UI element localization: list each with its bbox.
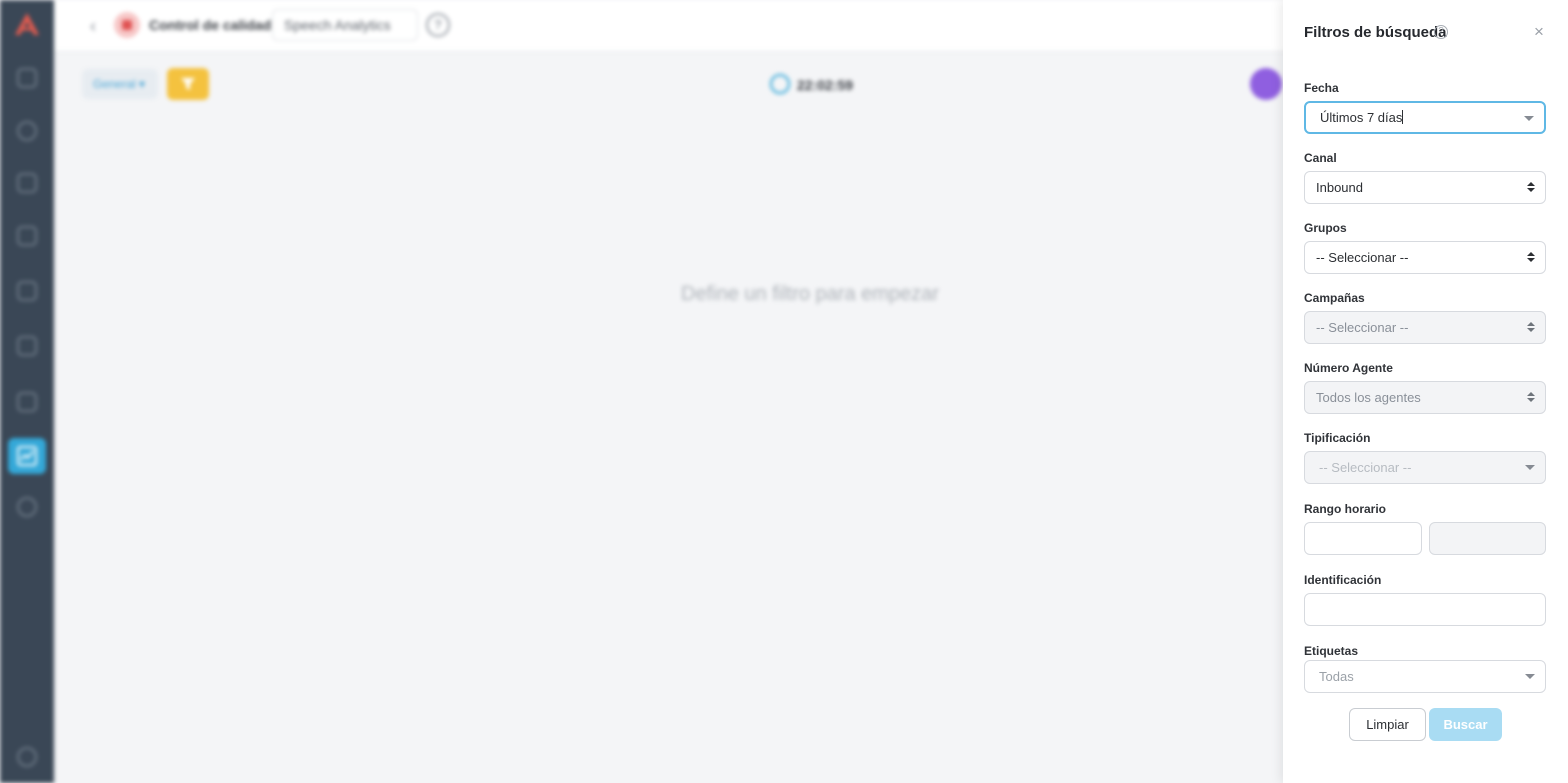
module-select[interactable]: Speech Analytics <box>272 9 418 41</box>
identificacion-label: Identificación <box>1304 573 1382 587</box>
sidebar-item-quality[interactable] <box>8 438 46 474</box>
chart-icon <box>17 446 37 466</box>
identificacion-input[interactable] <box>1304 593 1546 626</box>
numero-agente-select[interactable]: Todos los agentes <box>1304 381 1546 414</box>
general-dropdown[interactable]: General ▾ <box>82 69 158 99</box>
sort-arrows-icon <box>1527 250 1535 266</box>
etiquetas-select[interactable]: Todas <box>1304 660 1546 693</box>
sidebar <box>0 0 54 783</box>
chevron-down-icon <box>1524 116 1534 121</box>
canal-value: Inbound <box>1316 180 1363 195</box>
numero-agente-value: Todos los agentes <box>1316 390 1421 405</box>
quality-badge-icon <box>114 12 140 38</box>
general-dropdown-label: General <box>93 77 136 91</box>
clock-icon <box>770 74 790 94</box>
canal-select[interactable]: Inbound <box>1304 171 1546 204</box>
campanas-value: -- Seleccionar -- <box>1316 320 1409 335</box>
fecha-value: Últimos 7 días <box>1320 110 1403 125</box>
inbox-icon[interactable] <box>17 173 37 193</box>
robot-icon[interactable] <box>17 336 37 356</box>
campanas-select[interactable]: -- Seleccionar -- <box>1304 311 1546 344</box>
time-to-input[interactable] <box>1429 522 1546 555</box>
chevron-down-icon <box>1525 674 1535 679</box>
module-select-value: Speech Analytics <box>284 17 391 33</box>
campanas-label: Campañas <box>1304 291 1365 305</box>
chevron-left-icon[interactable]: ‹ <box>90 16 96 37</box>
rango-horario-label: Rango horario <box>1304 502 1387 516</box>
grupos-label: Grupos <box>1304 221 1347 235</box>
campaign-icon[interactable] <box>17 281 37 301</box>
filter-panel: Filtros de búsqueda ? × Fecha Últimos 7 … <box>1283 0 1568 783</box>
etiquetas-label: Etiquetas <box>1304 644 1359 658</box>
tipificacion-label: Tipificación <box>1304 431 1371 445</box>
grupos-select[interactable]: -- Seleccionar -- <box>1304 241 1546 274</box>
empty-state-message: Define un filtro para empezar <box>681 283 939 305</box>
etiquetas-placeholder: Todas <box>1319 669 1354 684</box>
tools-button[interactable] <box>1250 68 1282 100</box>
text-cursor <box>1402 110 1404 124</box>
fecha-label: Fecha <box>1304 81 1339 95</box>
calendar-icon[interactable] <box>17 392 37 412</box>
grupos-value: -- Seleccionar -- <box>1316 250 1409 265</box>
page-title: Control de calidad <box>149 17 272 33</box>
filter-button[interactable] <box>167 68 209 100</box>
canal-label: Canal <box>1304 151 1337 165</box>
time-from-input[interactable] <box>1304 522 1422 555</box>
home-icon[interactable] <box>17 68 37 88</box>
sort-arrows-icon <box>1527 180 1535 196</box>
support-icon[interactable] <box>17 747 37 767</box>
contacts-icon[interactable] <box>17 226 37 246</box>
sort-arrows-icon <box>1527 390 1535 406</box>
sort-arrows-icon <box>1527 320 1535 336</box>
help-icon[interactable]: ? <box>426 13 450 37</box>
clock-time: 22:02:59 <box>797 77 854 93</box>
app-logo <box>15 13 39 35</box>
close-icon[interactable]: × <box>1534 22 1544 42</box>
search-button[interactable]: Buscar <box>1429 708 1502 741</box>
panel-help-icon[interactable]: ? <box>1434 25 1448 39</box>
numero-agente-label: Número Agente <box>1304 361 1393 375</box>
panel-title: Filtros de búsqueda <box>1304 24 1447 41</box>
tipificacion-value: -- Seleccionar -- <box>1319 460 1412 475</box>
tipificacion-select[interactable]: -- Seleccionar -- <box>1304 451 1546 484</box>
filter-icon <box>181 78 195 90</box>
settings-icon[interactable] <box>17 497 37 517</box>
fecha-select[interactable]: Últimos 7 días <box>1304 101 1546 134</box>
headset-icon[interactable] <box>17 121 37 141</box>
clear-button[interactable]: Limpiar <box>1349 708 1426 741</box>
chevron-down-icon <box>1525 465 1535 470</box>
